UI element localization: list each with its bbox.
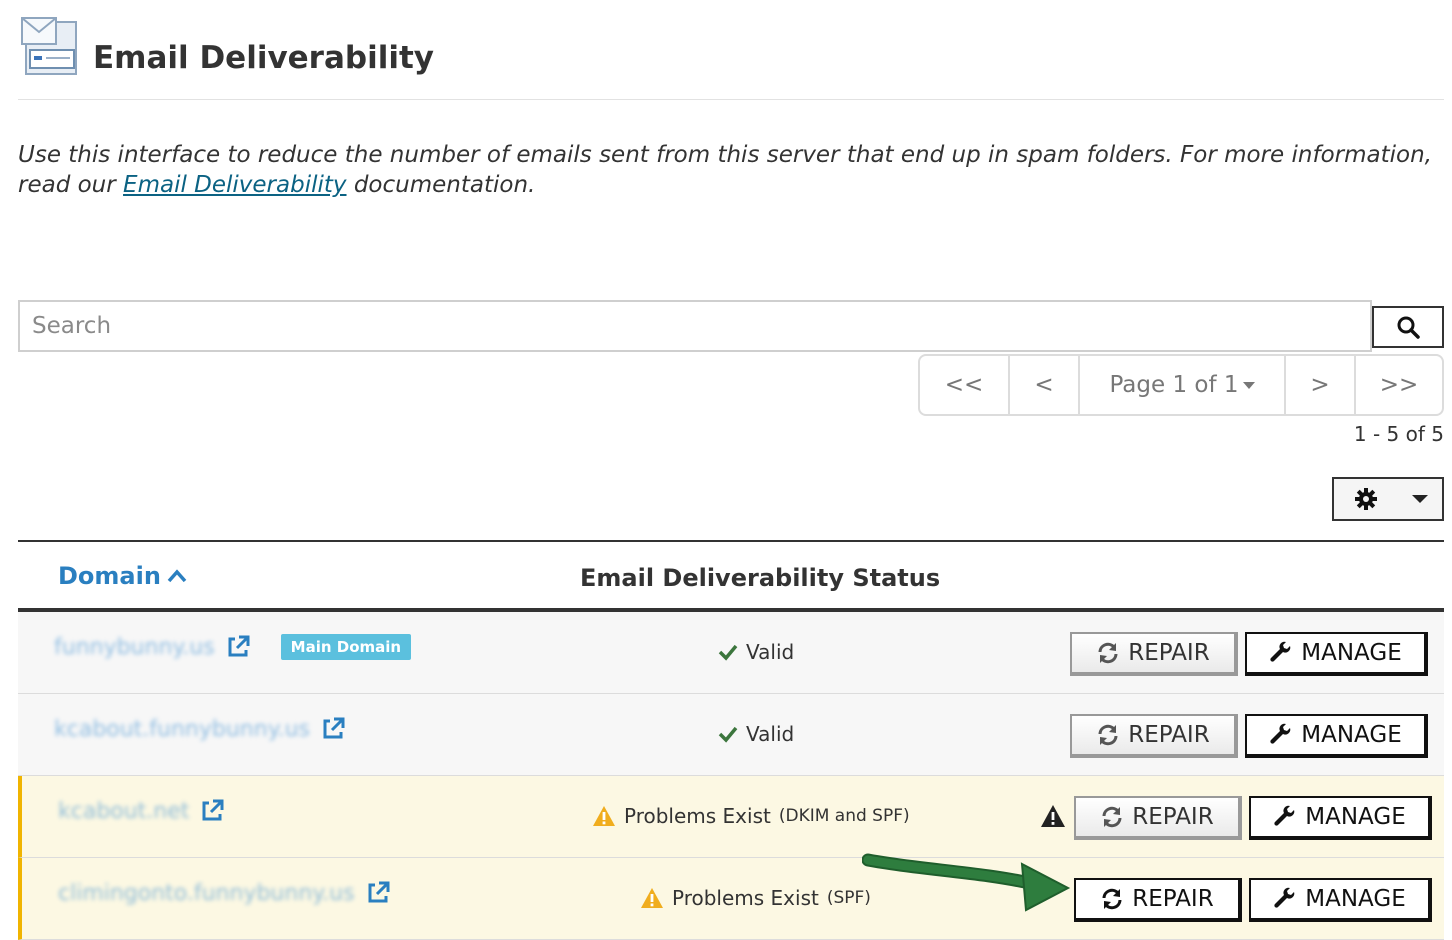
manage-label: MANAGE <box>1305 886 1406 912</box>
repair-button[interactable]: REPAIR <box>1070 714 1238 758</box>
main-domain-badge: Main Domain <box>280 634 412 660</box>
description-text-end: documentation. <box>346 172 536 198</box>
settings-dropdown-button[interactable] <box>1332 477 1444 521</box>
search-icon <box>1397 316 1420 339</box>
status-detail: (DKIM and SPF) <box>778 806 910 826</box>
status-column-header: Email Deliverability Status <box>580 564 941 592</box>
domain-cell: kcabout.net <box>58 798 225 824</box>
status-cell: Valid <box>718 640 794 664</box>
table-header: Domain Email Deliverability Status <box>18 542 1444 612</box>
domain-column-label: Domain <box>58 562 161 590</box>
domain-cell: funnybunny.us Main Domain <box>54 634 412 660</box>
manage-label: MANAGE <box>1301 640 1402 666</box>
documentation-link[interactable]: Email Deliverability <box>123 172 346 198</box>
manage-button[interactable]: MANAGE <box>1249 878 1432 922</box>
manage-button[interactable]: MANAGE <box>1249 796 1432 840</box>
chevron-down-icon <box>1242 381 1255 389</box>
caret-down-icon <box>1412 495 1428 503</box>
repair-label: REPAIR <box>1132 886 1214 912</box>
page-select[interactable]: Page 1 of 1 <box>1080 356 1286 414</box>
domain-name[interactable]: kcabout.funnybunny.us <box>54 717 310 742</box>
domain-column-header[interactable]: Domain <box>58 562 187 590</box>
domain-name[interactable]: climingonto.funnybunny.us <box>58 881 355 906</box>
domain-cell: climingonto.funnybunny.us <box>58 880 391 906</box>
previous-page-button[interactable]: < <box>1010 356 1080 414</box>
status-cell: Problems Exist (SPF) <box>640 886 871 910</box>
warning-icon <box>641 888 663 908</box>
search-field <box>18 300 1372 352</box>
status-text: Valid <box>746 640 795 664</box>
last-page-button[interactable]: >> <box>1356 356 1442 414</box>
refresh-icon <box>1102 806 1122 828</box>
manage-label: MANAGE <box>1301 722 1402 748</box>
external-link-icon[interactable] <box>365 880 391 906</box>
refresh-icon <box>1102 888 1122 910</box>
external-link-icon[interactable] <box>225 634 251 660</box>
sort-ascending-icon <box>167 569 187 583</box>
repair-label: REPAIR <box>1132 804 1214 830</box>
manage-button[interactable]: MANAGE <box>1245 714 1428 758</box>
table-row: climingonto.funnybunny.us Problems Exist… <box>18 858 1444 940</box>
external-link-icon[interactable] <box>320 716 346 742</box>
external-link-icon[interactable] <box>199 798 225 824</box>
checkmark-icon <box>718 644 738 661</box>
status-text: Valid <box>746 722 795 746</box>
gear-icon <box>1355 488 1377 510</box>
manage-button[interactable]: MANAGE <box>1245 632 1428 676</box>
domain-name[interactable]: funnybunny.us <box>54 635 215 660</box>
page-description: Use this interface to reduce the number … <box>18 140 1438 200</box>
email-deliverability-icon <box>21 17 77 75</box>
checkmark-icon <box>718 726 738 743</box>
pagination: << < Page 1 of 1 > >> <box>918 354 1444 416</box>
page-header: Email Deliverability <box>18 14 1444 100</box>
repair-label: REPAIR <box>1128 722 1210 748</box>
warning-icon <box>593 806 615 826</box>
search-input[interactable] <box>20 302 1370 350</box>
table-row: funnybunny.us Main Domain Valid REPAIR M… <box>18 612 1444 694</box>
repair-button[interactable]: REPAIR <box>1074 796 1242 840</box>
status-text: Problems Exist <box>624 804 771 828</box>
table-row: kcabout.funnybunny.us Valid REPAIR MANAG… <box>18 694 1444 776</box>
page-title: Email Deliverability <box>93 40 434 76</box>
repair-button[interactable]: REPAIR <box>1074 878 1242 922</box>
status-cell: Valid <box>718 722 794 746</box>
status-cell: Problems Exist (DKIM and SPF) <box>592 804 910 828</box>
repair-label: REPAIR <box>1128 640 1210 666</box>
first-page-button[interactable]: << <box>920 356 1010 414</box>
wrench-icon <box>1270 723 1291 744</box>
refresh-icon <box>1098 642 1118 664</box>
search-button[interactable] <box>1372 306 1444 348</box>
domain-name[interactable]: kcabout.net <box>58 799 189 824</box>
arrow-annotation <box>862 853 1071 912</box>
next-page-button[interactable]: > <box>1286 356 1356 414</box>
wrench-icon <box>1274 805 1295 826</box>
page-select-label: Page 1 of 1 <box>1109 372 1239 398</box>
domains-table: Domain Email Deliverability Status funny… <box>18 540 1444 940</box>
wrench-icon <box>1270 641 1291 662</box>
domain-cell: kcabout.funnybunny.us <box>54 716 346 742</box>
manage-label: MANAGE <box>1305 804 1406 830</box>
alert-icon <box>1041 805 1065 827</box>
wrench-icon <box>1274 887 1295 908</box>
results-count: 1 - 5 of 5 <box>1353 422 1444 446</box>
refresh-icon <box>1098 724 1118 746</box>
table-row: kcabout.net Problems Exist (DKIM and SPF… <box>18 776 1444 858</box>
status-text: Problems Exist <box>672 886 819 910</box>
repair-button[interactable]: REPAIR <box>1070 632 1238 676</box>
